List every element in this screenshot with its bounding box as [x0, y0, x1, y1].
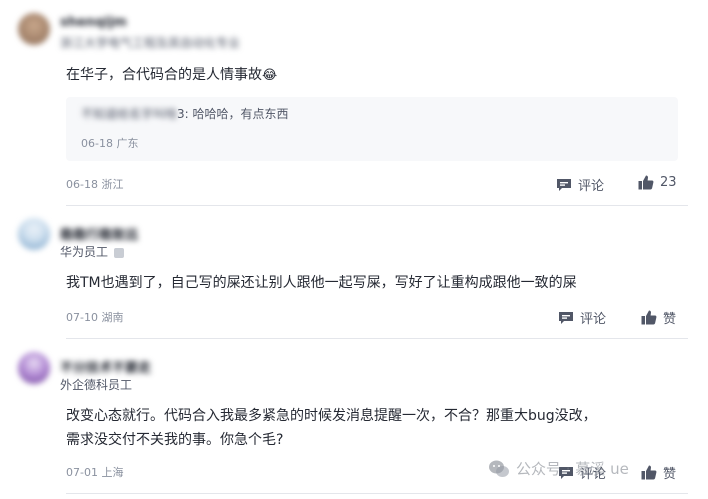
- reply-author[interactable]: 不知道给名字叫啥: [81, 105, 177, 122]
- comment-button[interactable]: 评论: [558, 308, 606, 327]
- comment-text-line1: 改变心态就行。代码合入我最多紧急的时候发消息提醒一次，不合？那重大bug没改，: [66, 408, 597, 424]
- reply-number: 3: [177, 107, 185, 121]
- user-subtitle: 浙江大学电气工程及其自动化专业: [60, 36, 241, 50]
- like-count: 23: [660, 175, 677, 190]
- comment-location: 上海: [101, 466, 124, 479]
- like-button[interactable]: 赞: [641, 308, 676, 327]
- laugh-emoji-icon: 😂: [262, 68, 278, 83]
- like-label: 赞: [663, 312, 677, 327]
- comment-text-line2: 需求没交付不关我的事。你急个毛?: [66, 432, 284, 448]
- comment-text: 我TM也遇到了，自己写的屎还让别人跟他一起写屎，写好了让重构成跟他一致的屎: [66, 275, 577, 291]
- username[interactable]: 不分技术不要走: [60, 357, 151, 376]
- comment-label: 评论: [578, 179, 605, 194]
- user-subtitle: 华为员工: [60, 243, 125, 260]
- comment-text: 在华子，合代码合的是人情事故😂: [66, 63, 277, 88]
- comment-meta: 06-18 浙江: [66, 176, 123, 192]
- comment-divider: [66, 205, 688, 206]
- comment-button[interactable]: 评论: [556, 175, 604, 194]
- comment-divider: [66, 338, 688, 339]
- user-subtitle: 外企德科员工: [60, 378, 133, 392]
- comment-icon: [557, 178, 571, 191]
- comment-text: 改变心态就行。代码合入我最多紧急的时候发消息提醒一次，不合？那重大bug没改， …: [66, 404, 597, 452]
- avatar[interactable]: [18, 13, 50, 45]
- verified-badge-icon: [114, 247, 125, 258]
- comment-meta: 07-10 湖南: [66, 309, 123, 325]
- user-company: 华为员工: [60, 245, 109, 259]
- comment-icon: [559, 311, 573, 324]
- watermark: 公众号 · 慕溪 ue: [488, 458, 629, 479]
- comment-date: 06-18: [66, 178, 98, 191]
- reply-card[interactable]: 不知道给名字叫啥3: 哈哈哈，有点东西 06-18 广东: [66, 97, 678, 161]
- username[interactable]: 稳稳行稳致远: [60, 224, 138, 243]
- thumbs-up-icon: [641, 465, 657, 480]
- comment-date: 07-01: [66, 466, 98, 479]
- reply-colon: :: [184, 107, 193, 121]
- reply-text: 哈哈哈，有点东西: [192, 107, 289, 121]
- avatar[interactable]: [18, 352, 50, 384]
- reply-date: 06-18: [81, 137, 113, 150]
- wechat-icon: [489, 460, 509, 477]
- thumbs-up-icon: [638, 175, 654, 190]
- comment-location: 浙江: [101, 178, 124, 191]
- reply-location: 广东: [116, 137, 139, 150]
- comment-location: 湖南: [101, 311, 124, 324]
- comment-label: 评论: [580, 312, 607, 327]
- like-label: 赞: [663, 467, 677, 482]
- comment-text-body: 在华子，合代码合的是人情事故: [66, 67, 262, 83]
- comment-meta: 07-01 上海: [66, 464, 123, 480]
- avatar[interactable]: [18, 218, 50, 250]
- comment-date: 07-10: [66, 311, 98, 324]
- like-button[interactable]: 23: [638, 175, 677, 190]
- comment-divider: [66, 493, 688, 494]
- username[interactable]: shenqijm: [60, 15, 127, 30]
- thumbs-up-icon: [641, 310, 657, 325]
- like-button[interactable]: 赞: [641, 463, 676, 482]
- watermark-text: 公众号 · 慕溪 ue: [516, 460, 629, 478]
